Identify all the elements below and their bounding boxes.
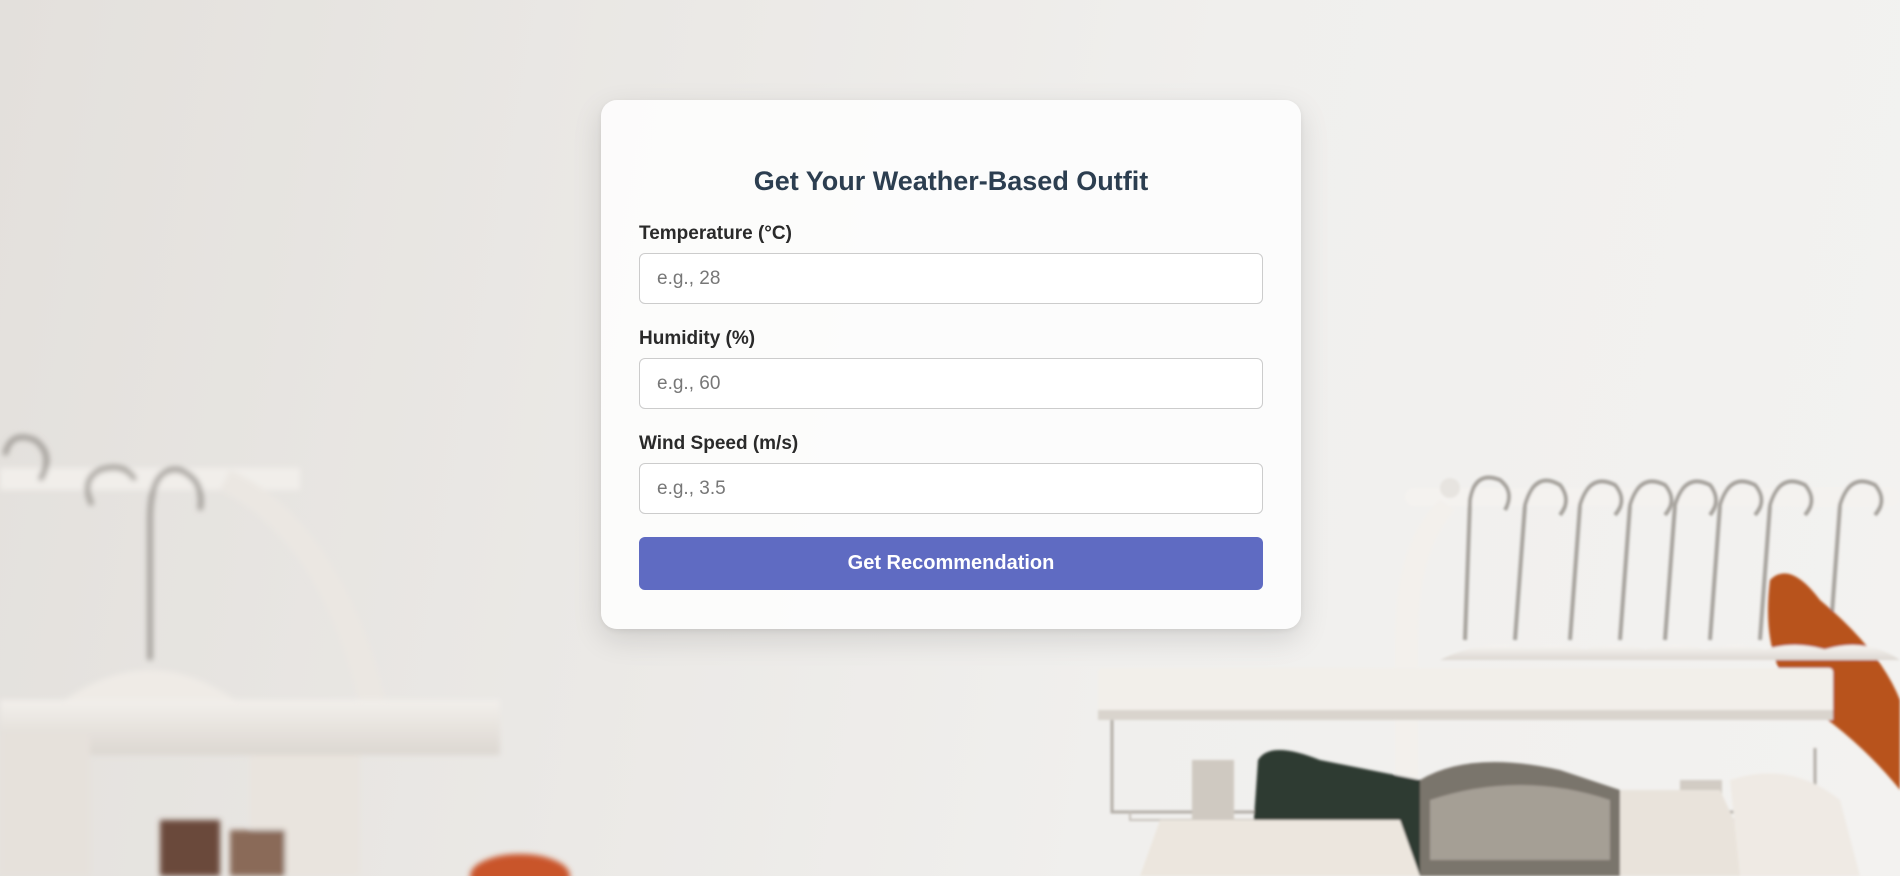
temperature-label: Temperature (°C) (639, 223, 792, 244)
wind-speed-input[interactable] (639, 463, 1263, 514)
outfit-form-card: Get Your Weather-Based Outfit Temperatur… (601, 100, 1301, 629)
form-title: Get Your Weather-Based Outfit (753, 166, 1149, 196)
humidity-field-group: Humidity (%) (639, 327, 1263, 409)
humidity-label: Humidity (%) (639, 328, 756, 349)
get-recommendation-button[interactable]: Get Recommendation (639, 537, 1263, 590)
left-rack (0, 434, 570, 876)
wind-speed-label: Wind Speed (m/s) (639, 433, 799, 454)
temperature-field-group: Temperature (°C) (639, 222, 1263, 304)
wind-speed-field-group: Wind Speed (m/s) (639, 432, 1263, 514)
temperature-input[interactable] (639, 253, 1263, 304)
humidity-input[interactable] (639, 358, 1263, 409)
